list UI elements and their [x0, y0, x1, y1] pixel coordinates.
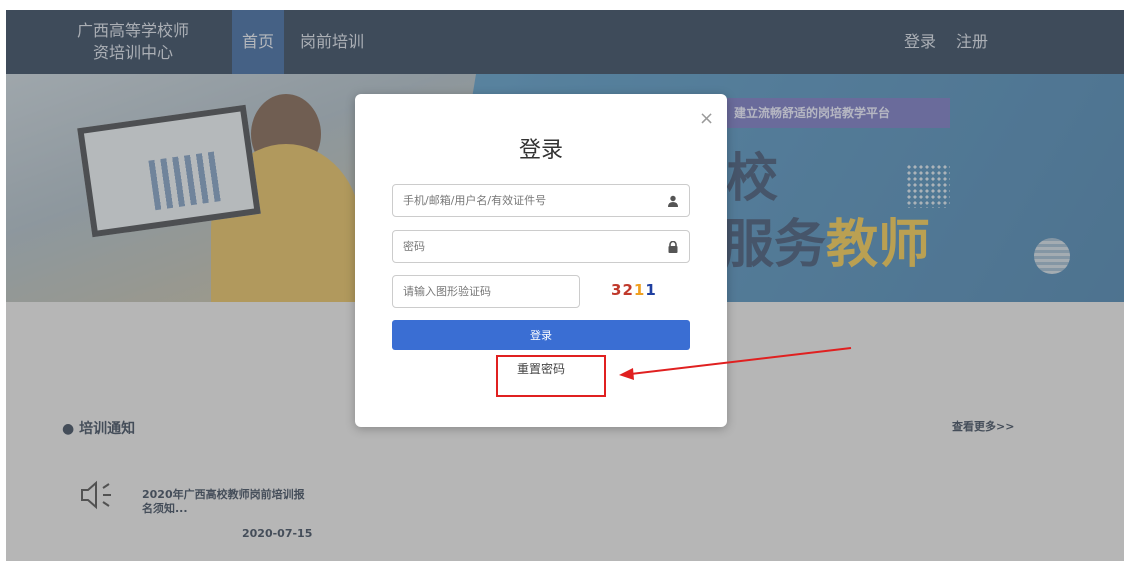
- captcha-char: 1: [645, 281, 657, 299]
- user-icon: [668, 195, 678, 207]
- captcha-char: 2: [622, 281, 634, 299]
- captcha-field: [392, 275, 580, 308]
- password-input[interactable]: [393, 231, 689, 262]
- annotation-highlight-box: [496, 355, 606, 397]
- modal-title: 登录: [518, 138, 563, 163]
- username-field: [392, 184, 690, 217]
- captcha-char: 3: [611, 281, 623, 299]
- page-frame: 广西高等学校师 资培训中心 首页 岗前培训 登录 注册 建立流畅舒适的岗培教学平…: [6, 10, 1124, 561]
- lock-icon: [668, 241, 678, 253]
- login-submit-button[interactable]: 登录: [392, 320, 690, 350]
- password-field: [392, 230, 690, 263]
- username-input[interactable]: [393, 185, 689, 216]
- close-icon[interactable]: ×: [699, 108, 714, 129]
- captcha-char: 1: [633, 281, 646, 299]
- captcha-image[interactable]: 3211: [611, 281, 657, 299]
- captcha-input[interactable]: [393, 276, 579, 307]
